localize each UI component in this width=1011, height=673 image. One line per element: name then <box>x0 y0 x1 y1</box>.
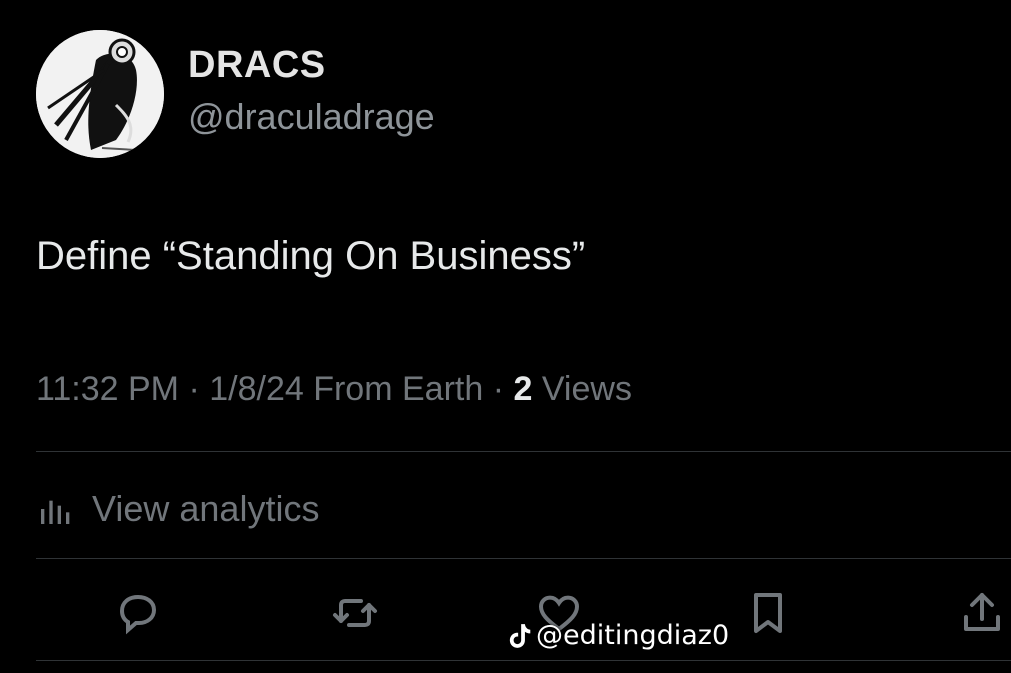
tweet-meta: 11:32 PM · 1/8/24 From Earth · 2 Views <box>36 370 632 409</box>
bookmark-icon <box>754 593 782 633</box>
tweet-text: Define “Standing On Business” <box>36 234 586 278</box>
tweet-source: From Earth <box>313 370 484 408</box>
meta-separator: · <box>483 370 514 408</box>
divider <box>36 558 1011 559</box>
retweet-icon <box>333 599 377 627</box>
divider <box>36 451 1011 452</box>
author-display-name[interactable]: DRACS <box>188 44 326 87</box>
retweet-button[interactable] <box>327 585 383 641</box>
views-count: 2 <box>513 370 533 408</box>
watermark-handle: @editingdiaz0 <box>536 620 730 651</box>
share-button[interactable] <box>954 585 1010 641</box>
share-icon <box>964 593 1000 631</box>
analytics-icon <box>41 500 70 524</box>
avatar-image <box>36 30 164 158</box>
tiktok-logo-icon <box>509 623 531 648</box>
tiktok-watermark: @editingdiaz0 <box>506 620 729 651</box>
reply-icon <box>119 594 157 635</box>
reply-button[interactable] <box>110 585 166 641</box>
avatar[interactable] <box>36 30 164 158</box>
tweet-date[interactable]: 1/8/24 <box>209 370 304 408</box>
views-label: Views <box>541 370 632 408</box>
tweet-time[interactable]: 11:32 PM <box>36 370 179 408</box>
meta-separator: · <box>179 370 210 408</box>
divider <box>36 660 1011 661</box>
bookmark-button[interactable] <box>740 585 796 641</box>
view-analytics-link[interactable]: View analytics <box>36 488 319 530</box>
author-handle[interactable]: @draculadrage <box>188 96 435 138</box>
view-analytics-label: View analytics <box>92 488 320 529</box>
